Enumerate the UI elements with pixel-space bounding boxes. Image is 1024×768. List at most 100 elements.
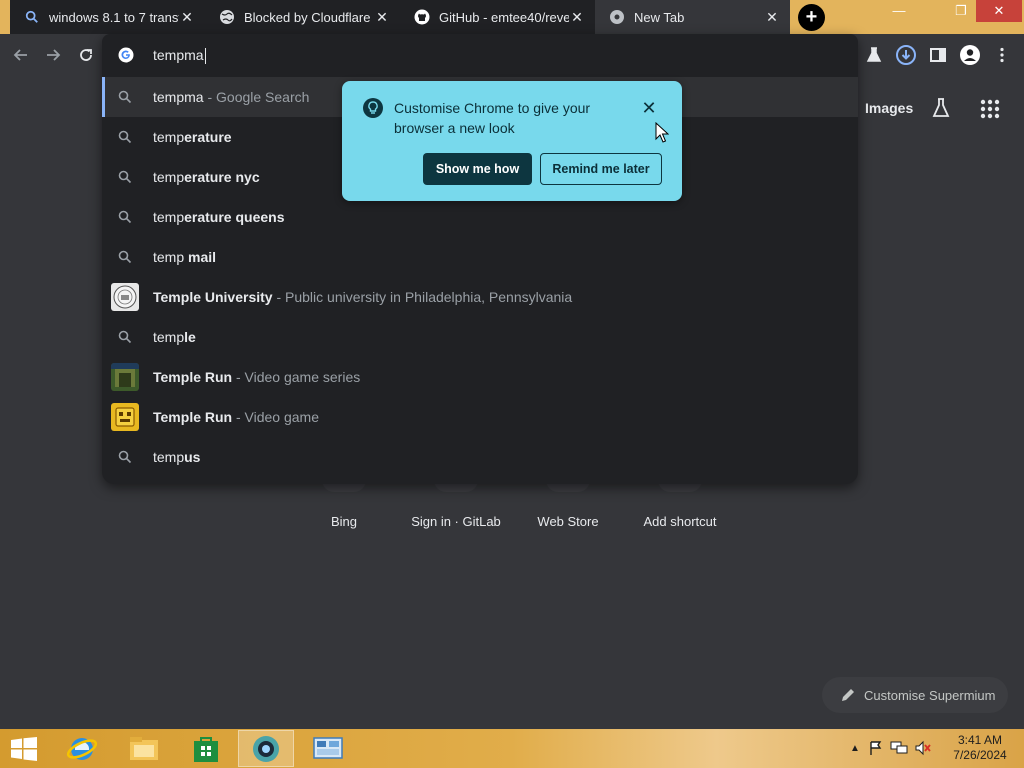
suggestion-prefix: Temp: [153, 289, 190, 305]
suggestion-description: - Public university in Philadelphia, Pen…: [272, 289, 573, 305]
system-tray: ▲: [850, 736, 932, 760]
folder-icon: [130, 736, 158, 760]
shortcut-add[interactable]: Add shortcut: [620, 480, 740, 556]
suggestion-prefix: Temp: [153, 369, 190, 385]
internet-explorer-taskbar[interactable]: [54, 730, 110, 767]
taskbar-clock[interactable]: 3:41 AM 7/26/2024: [940, 733, 1020, 763]
side-panel-icon[interactable]: [926, 43, 950, 67]
minimize-button[interactable]: —: [884, 0, 914, 22]
menu-kebab-icon[interactable]: [990, 43, 1014, 67]
internet-explorer-icon: [66, 737, 98, 760]
temple-run-series-icon: [111, 363, 139, 391]
profile-avatar[interactable]: [958, 43, 982, 67]
customise-chrome-bubble: Customise Chrome to give your browser a …: [342, 81, 682, 201]
remind-me-later-button[interactable]: Remind me later: [540, 153, 662, 185]
tab-title: GitHub - emtee40/rever: [439, 9, 569, 25]
back-button[interactable]: [9, 43, 33, 67]
close-window-button[interactable]: ✕: [976, 0, 1022, 22]
start-button[interactable]: [0, 730, 48, 767]
suggestion-item[interactable]: temp mail: [102, 237, 858, 277]
control-panel-taskbar[interactable]: [300, 730, 356, 767]
bubble-close-icon[interactable]: ✕: [640, 99, 658, 117]
globe-icon: [219, 9, 235, 25]
suggestion-item[interactable]: Temple Run - Video game: [102, 397, 858, 437]
suggestion-prefix: temp: [153, 209, 185, 225]
tab-3[interactable]: New Tab ✕: [595, 0, 790, 34]
reload-icon: [80, 49, 92, 61]
suggestion-item[interactable]: tempus: [102, 437, 858, 477]
apps-grid-icon[interactable]: [979, 98, 1001, 120]
customise-button[interactable]: Customise Supermium: [822, 677, 1008, 713]
suggestion-prefix: temp: [153, 329, 185, 345]
reload-button[interactable]: [74, 43, 98, 67]
download-icon[interactable]: [894, 43, 918, 67]
volume-muted-icon[interactable]: [914, 740, 932, 756]
tab-close-icon[interactable]: ✕: [764, 9, 780, 25]
shortcut-web-store[interactable]: Web Store: [508, 480, 628, 556]
university-seal-icon: [111, 283, 139, 311]
tab-close-icon[interactable]: ✕: [374, 9, 390, 25]
suggestion-description: - Video game: [232, 409, 319, 425]
customise-label: Customise Supermium: [864, 687, 996, 703]
suggestion-description: - Video game series: [232, 369, 361, 385]
shortcut-gitlab[interactable]: Sign in · GitLab: [396, 480, 516, 556]
tab-close-icon[interactable]: ✕: [569, 9, 585, 25]
labs-icon[interactable]: [862, 43, 886, 67]
store-bag-icon: [194, 736, 218, 762]
search-icon: [118, 130, 132, 144]
flag-icon[interactable]: [868, 740, 884, 756]
suggestion-completion: le Run: [189, 409, 233, 425]
tab-2[interactable]: GitHub - emtee40/rever ✕: [400, 0, 595, 34]
suggestion-completion: mail: [184, 249, 217, 265]
clock-date: 7/26/2024: [953, 748, 1007, 762]
search-icon: [118, 90, 132, 104]
lightbulb-icon: [363, 98, 383, 118]
suggestion-item[interactable]: Temple Run - Video game series: [102, 357, 858, 397]
chevron-up-icon[interactable]: ▲: [850, 743, 860, 754]
images-link[interactable]: Images: [865, 100, 913, 116]
clock-time: 3:41 AM: [957, 733, 1003, 747]
suggestion-completion: erature: [184, 129, 232, 145]
tab-title: windows 8.1 to 7 transfo: [49, 9, 179, 25]
search-icon: [118, 170, 132, 184]
suggestion-completion: erature nyc: [184, 169, 260, 185]
suggestion-completion: erature queens: [184, 209, 285, 225]
omnibox-input[interactable]: tempma: [153, 47, 206, 65]
windows-logo-icon: [11, 736, 37, 761]
file-explorer-taskbar[interactable]: [116, 730, 172, 767]
suggestion-prefix: tempma: [153, 89, 204, 105]
tab-1[interactable]: Blocked by Cloudflare G ✕: [205, 0, 400, 34]
suggestion-item[interactable]: Temple University - Public university in…: [102, 277, 858, 317]
address-bar[interactable]: tempma: [102, 34, 858, 77]
suggestion-item[interactable]: temperature queens: [102, 197, 858, 237]
network-icon[interactable]: [890, 740, 908, 756]
bubble-message: Customise Chrome to give your browser a …: [394, 100, 591, 136]
search-icon: [118, 210, 132, 224]
new-tab-button[interactable]: +: [798, 4, 825, 31]
shortcut-label: Add shortcut: [643, 514, 717, 529]
github-icon: [414, 9, 430, 25]
google-g-icon: [118, 47, 134, 63]
mouse-cursor-icon: [655, 122, 669, 143]
shortcut-label: Sign in · GitLab: [411, 514, 501, 529]
search-labs-icon[interactable]: [930, 97, 952, 119]
suggestion-completion: le Run: [189, 369, 233, 385]
shortcut-bing[interactable]: Bing: [284, 480, 404, 556]
store-taskbar[interactable]: [178, 730, 234, 767]
tab-close-icon[interactable]: ✕: [179, 9, 195, 25]
suggestion-item[interactable]: temple: [102, 317, 858, 357]
restore-button[interactable]: ❐: [946, 0, 976, 22]
show-me-how-button[interactable]: Show me how: [423, 153, 532, 185]
suggestion-completion: us: [184, 449, 201, 465]
arrow-left-icon: [13, 49, 27, 61]
supermium-taskbar[interactable]: [238, 730, 294, 767]
suggestion-completion: le University: [189, 289, 273, 305]
pencil-icon: [842, 689, 854, 701]
search-icon: [118, 330, 132, 344]
forward-button[interactable]: [41, 43, 65, 67]
suggestion-prefix: temp: [153, 129, 185, 145]
tab-strip: windows 8.1 to 7 transfo ✕ Blocked by Cl…: [0, 0, 1024, 34]
tab-title: Blocked by Cloudflare G: [244, 9, 374, 25]
suggestion-prefix: temp: [153, 169, 185, 185]
tab-0[interactable]: windows 8.1 to 7 transfo ✕: [10, 0, 205, 34]
